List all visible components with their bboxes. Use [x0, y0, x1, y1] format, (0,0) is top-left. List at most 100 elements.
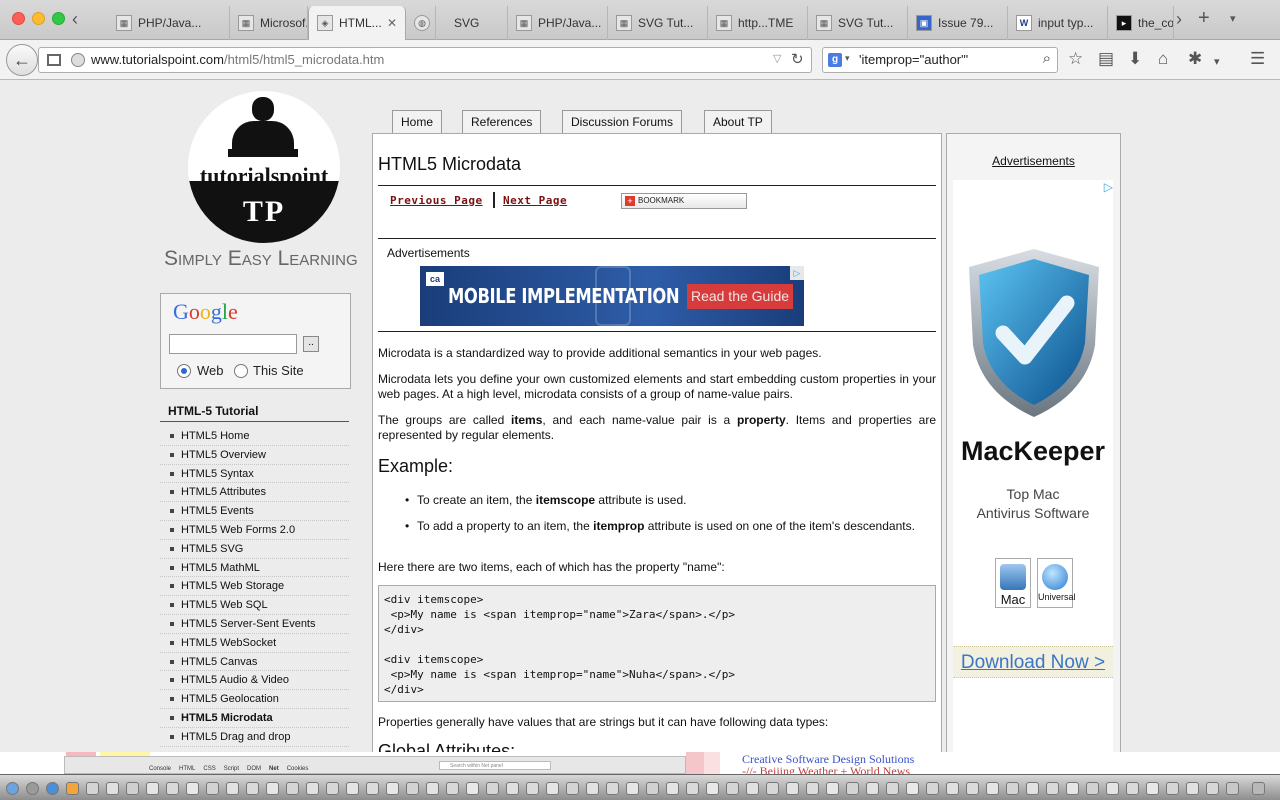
app-icon[interactable] [926, 782, 939, 795]
app-icon[interactable] [766, 782, 779, 795]
tab-scroll-left-icon[interactable]: ‹ [72, 10, 78, 28]
app-icon[interactable] [586, 782, 599, 795]
app-icon[interactable] [846, 782, 859, 795]
app-icon[interactable] [746, 782, 759, 795]
menu-item[interactable]: HTML5 Audio & Video [160, 671, 349, 691]
window-close-button[interactable] [12, 12, 25, 25]
app-icon[interactable] [446, 782, 459, 795]
trash-icon[interactable] [1252, 782, 1265, 795]
app-icon[interactable] [1006, 782, 1019, 795]
url-bar[interactable]: www.tutorialspoint.com/html5/html5_micro… [38, 47, 812, 73]
app-icon[interactable] [646, 782, 659, 795]
browser-tab[interactable]: ▦ http...TME [708, 6, 808, 40]
app-icon[interactable] [246, 782, 259, 795]
menu-item[interactable]: HTML5 Events [160, 502, 349, 521]
browser-tab-active[interactable]: ◈ HTML... ✕ [308, 6, 406, 41]
tab-list-chevron-icon[interactable]: ▾ [1230, 12, 1236, 25]
nav-tab-about-tp[interactable]: About TP [704, 110, 772, 133]
firebug-icon[interactable]: ✱ [1188, 50, 1202, 68]
google-search-input[interactable] [169, 334, 297, 354]
google-icon[interactable]: g [828, 53, 842, 67]
app-icon[interactable] [1126, 782, 1139, 795]
reading-list-icon[interactable]: ▤ [1098, 50, 1114, 68]
app-icon[interactable] [346, 782, 359, 795]
menu-item[interactable]: HTML5 Geolocation [160, 690, 349, 709]
browser-tab[interactable]: ◍ [406, 6, 436, 40]
app-icon[interactable] [486, 782, 499, 795]
menu-item[interactable]: HTML5 Web SQL [160, 596, 349, 615]
app-icon[interactable] [526, 782, 539, 795]
browser-tab[interactable]: ▦Microsof... [230, 6, 308, 40]
app-icon[interactable] [706, 782, 719, 795]
star-icon[interactable]: ☆ [1068, 50, 1083, 68]
menu-item[interactable]: HTML5 Web Forms 2.0 [160, 521, 349, 540]
app-icon[interactable] [946, 782, 959, 795]
app-icon[interactable] [406, 782, 419, 795]
app-icon[interactable] [106, 782, 119, 795]
app-icon[interactable] [86, 782, 99, 795]
search-bar[interactable]: g ▾ 'itemprop="author"' ⌕ [822, 47, 1058, 73]
app-icon[interactable] [886, 782, 899, 795]
app-icon[interactable] [866, 782, 879, 795]
devtools-tab[interactable]: HTML [175, 761, 199, 772]
downloads-stack-icon[interactable] [1226, 782, 1239, 795]
menu-item[interactable]: HTML5 Attributes [160, 483, 349, 503]
url-history-chevron-icon[interactable]: ▽ [773, 52, 781, 65]
browser-tab[interactable]: ▣ Issue 79... [908, 6, 1008, 40]
app-icon[interactable] [1106, 782, 1119, 795]
bookmark-button[interactable]: + BOOKMARK [621, 193, 747, 209]
app-icon[interactable] [546, 782, 559, 795]
chevron-down-icon[interactable]: ▾ [1214, 53, 1220, 71]
app-icon[interactable] [806, 782, 819, 795]
home-icon[interactable]: ⌂ [1158, 50, 1168, 68]
app-icon[interactable] [826, 782, 839, 795]
nav-tab-discussion-forums[interactable]: Discussion Forums [562, 110, 683, 133]
app-icon[interactable] [266, 782, 279, 795]
app-icon[interactable] [366, 782, 379, 795]
devtools-search-input[interactable]: Search within Net panel [439, 761, 551, 770]
menu-item[interactable]: HTML5 Web Storage [160, 577, 349, 597]
app-icon[interactable] [206, 782, 219, 795]
window-minimize-button[interactable] [32, 12, 45, 25]
menu-item[interactable]: HTML5 Home [160, 427, 349, 446]
menu-item[interactable]: HTML5 MathML [160, 559, 349, 578]
safari-icon[interactable] [46, 782, 59, 795]
app-icon[interactable] [286, 782, 299, 795]
tab-scroll-right-icon[interactable]: › [1176, 10, 1182, 28]
adchoices-icon[interactable]: ▷ [1104, 180, 1113, 194]
browser-tab[interactable]: Winput typ... [1008, 6, 1108, 40]
app-icon[interactable] [986, 782, 999, 795]
app-icon[interactable] [386, 782, 399, 795]
app-icon[interactable] [686, 782, 699, 795]
app-icon[interactable] [566, 782, 579, 795]
devtools-tab[interactable]: Script [220, 761, 243, 772]
previous-page-link[interactable]: Previous Page [390, 194, 483, 207]
browser-tab[interactable]: SVG [436, 6, 508, 40]
nav-tab-home[interactable]: Home [392, 110, 443, 133]
tutorialspoint-logo[interactable]: tutorialspoint TP [188, 91, 340, 243]
devtools-tab[interactable]: Console [145, 761, 175, 772]
menu-icon[interactable]: ☰ [1250, 50, 1265, 68]
url-text[interactable]: www.tutorialspoint.com/html5/html5_micro… [91, 52, 384, 67]
browser-tab[interactable]: ▦ SVG Tut... [808, 6, 908, 40]
app-icon[interactable] [606, 782, 619, 795]
google-search-button[interactable]: .. [303, 336, 319, 352]
finder-icon[interactable] [6, 782, 19, 795]
app-icon[interactable] [1146, 782, 1159, 795]
background-link[interactable]: -//- Beijing Weather + World News [742, 764, 910, 774]
menu-item[interactable]: HTML5 Syntax [160, 465, 349, 484]
app-icon[interactable] [326, 782, 339, 795]
app-icon[interactable] [306, 782, 319, 795]
adchoices-icon[interactable]: ▷ [790, 266, 804, 280]
app-icon[interactable] [786, 782, 799, 795]
app-icon[interactable] [186, 782, 199, 795]
browser-tab[interactable]: ▦ PHP/Java... [508, 6, 608, 40]
window-maximize-button[interactable] [52, 12, 65, 25]
new-tab-icon[interactable]: + [1198, 8, 1210, 28]
download-now-button[interactable]: Download Now > [953, 646, 1113, 678]
ad-banner[interactable]: ca MOBILE IMPLEMENTATION Read the Guide … [420, 266, 804, 326]
app-icon[interactable] [226, 782, 239, 795]
advertisements-label[interactable]: Advertisements [947, 154, 1120, 168]
next-page-link[interactable]: Next Page [503, 194, 567, 207]
ad-cta-button[interactable]: Read the Guide [687, 284, 793, 309]
